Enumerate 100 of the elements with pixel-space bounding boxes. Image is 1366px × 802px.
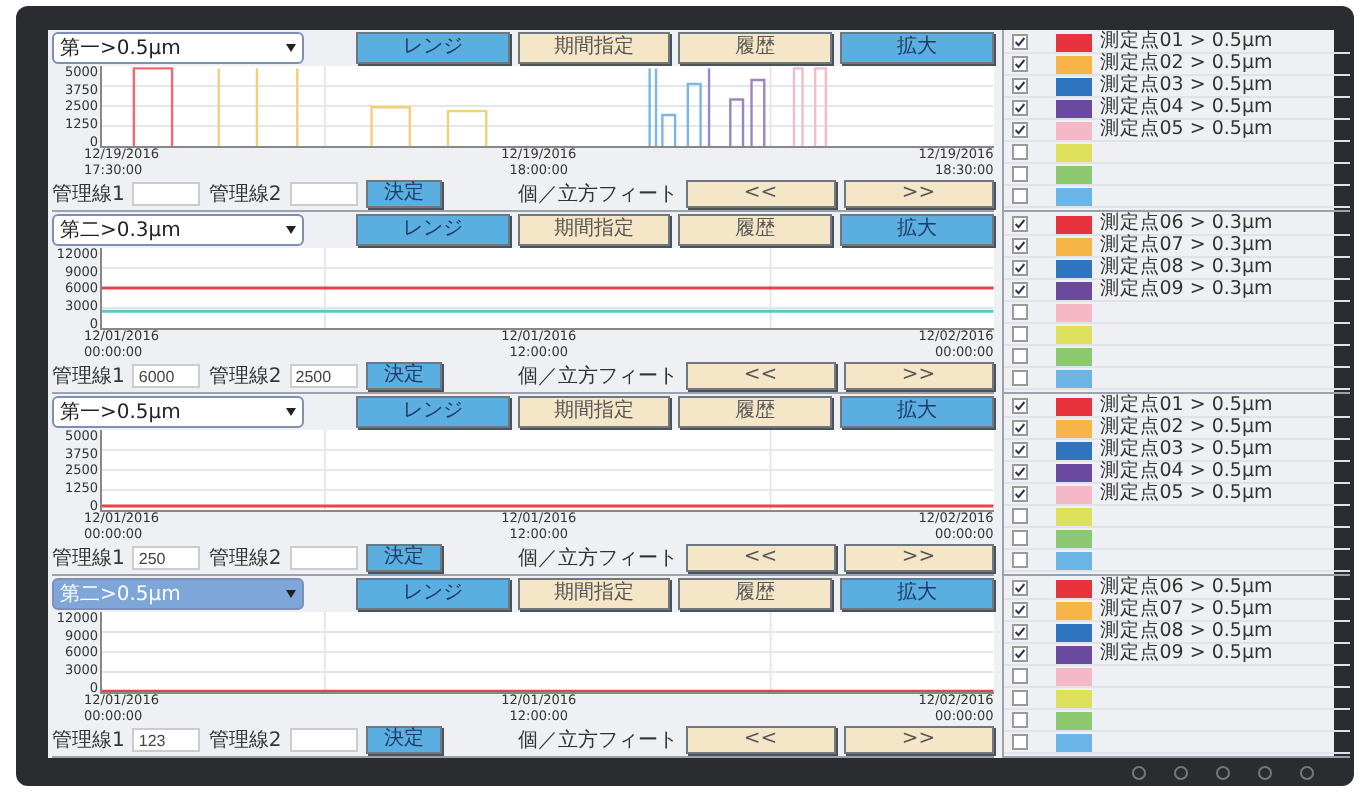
legend-label: 測定点09 > 0.5μm	[1099, 644, 1275, 664]
legend-label: 測定点05 > 0.5μm	[1099, 120, 1275, 140]
toolbar-button[interactable]: 拡大	[840, 396, 994, 428]
legend-label: 測定点07 > 0.3μm	[1099, 236, 1275, 256]
checkbox[interactable]	[1011, 552, 1028, 568]
checkbox[interactable]	[1011, 486, 1028, 502]
sensor-dropdown[interactable]: 第一>0.5μm	[52, 396, 304, 428]
unit-label: 個／立方フィート	[515, 727, 678, 754]
apply-button[interactable]: 決定	[365, 362, 442, 390]
checkbox[interactable]	[1011, 530, 1028, 546]
toolbar-button[interactable]: 履歴	[678, 32, 833, 64]
input-field[interactable]: 250	[132, 546, 201, 570]
apply-button[interactable]: 決定	[365, 544, 442, 572]
legend-label: 測定点01 > 0.5μm	[1099, 396, 1275, 416]
field-label: 管理線1	[52, 728, 125, 754]
checkbox[interactable]	[1011, 260, 1028, 276]
bezel-button-icon	[1258, 766, 1272, 780]
field-label: 管理線2	[208, 364, 282, 390]
legend-label: 測定点06 > 0.3μm	[1099, 214, 1275, 234]
toolbar-button[interactable]: 拡大	[840, 578, 994, 610]
toolbar-button[interactable]: 履歴	[678, 396, 833, 428]
checkbox[interactable]	[1011, 326, 1028, 342]
checkbox[interactable]	[1011, 602, 1028, 618]
checkbox[interactable]	[1011, 188, 1028, 204]
caret-icon	[286, 408, 296, 416]
legend-label: 測定点01 > 0.5μm	[1099, 32, 1275, 52]
toolbar-button[interactable]: 期間指定	[517, 578, 671, 610]
next-button[interactable]: >>	[843, 362, 994, 390]
checkbox[interactable]	[1011, 370, 1028, 386]
toolbar-button[interactable]: レンジ	[356, 578, 510, 610]
checkbox[interactable]	[1011, 398, 1028, 414]
bezel-button-icon	[1216, 766, 1230, 780]
caret-icon	[286, 226, 296, 234]
input-field[interactable]: 123	[132, 728, 201, 752]
sensor-dropdown[interactable]: 第二>0.3μm	[52, 214, 304, 246]
field-label: 管理線2	[208, 182, 282, 208]
field-label: 管理線1	[52, 546, 125, 572]
previous-button[interactable]: <<	[685, 180, 836, 208]
checkbox[interactable]	[1011, 690, 1028, 706]
next-button[interactable]: >>	[843, 544, 994, 572]
checkbox[interactable]	[1011, 420, 1028, 436]
toolbar-button[interactable]: レンジ	[356, 396, 510, 428]
checkbox[interactable]	[1011, 734, 1028, 750]
unit-label: 個／立方フィート	[515, 545, 678, 572]
input-field[interactable]: 2500	[289, 364, 358, 388]
legend-label: 測定点06 > 0.5μm	[1099, 578, 1275, 598]
checkbox[interactable]	[1011, 238, 1028, 254]
toolbar-button[interactable]: レンジ	[356, 32, 510, 64]
toolbar-button[interactable]: 期間指定	[517, 214, 671, 246]
input-field[interactable]	[289, 546, 358, 570]
input-field[interactable]	[132, 182, 201, 206]
checkbox[interactable]	[1011, 34, 1028, 50]
checkbox[interactable]	[1011, 646, 1028, 662]
next-button[interactable]: >>	[843, 726, 994, 754]
field-label: 管理線2	[208, 546, 282, 572]
input-field[interactable]	[289, 182, 358, 206]
toolbar-button[interactable]: 期間指定	[517, 396, 671, 428]
checkbox[interactable]	[1011, 122, 1028, 138]
checkbox[interactable]	[1011, 624, 1028, 640]
checkbox[interactable]	[1011, 712, 1028, 728]
previous-button[interactable]: <<	[685, 726, 836, 754]
toolbar-button[interactable]: 履歴	[678, 214, 833, 246]
checkbox[interactable]	[1011, 348, 1028, 364]
legend-label: 測定点03 > 0.5μm	[1099, 440, 1275, 460]
checkbox[interactable]	[1011, 668, 1028, 684]
checkbox[interactable]	[1011, 56, 1028, 72]
apply-button[interactable]: 決定	[365, 180, 442, 208]
legend-label: 測定点05 > 0.5μm	[1099, 484, 1275, 504]
apply-button[interactable]: 決定	[365, 726, 442, 754]
checkbox[interactable]	[1011, 508, 1028, 524]
sensor-dropdown[interactable]: 第一>0.5μm	[52, 32, 304, 64]
previous-button[interactable]: <<	[685, 362, 836, 390]
input-field[interactable]: 6000	[132, 364, 201, 388]
legend-label: 測定点02 > 0.5μm	[1099, 418, 1275, 438]
legend-label: 測定点08 > 0.3μm	[1099, 258, 1275, 278]
toolbar-button[interactable]: 拡大	[840, 214, 994, 246]
bezel-button-icon	[1174, 766, 1188, 780]
next-button[interactable]: >>	[843, 180, 994, 208]
checkbox[interactable]	[1011, 144, 1028, 160]
checkbox[interactable]	[1011, 464, 1028, 480]
unit-label: 個／立方フィート	[515, 363, 678, 390]
field-label: 管理線1	[52, 364, 125, 390]
checkbox[interactable]	[1011, 100, 1028, 116]
legend-label: 測定点03 > 0.5μm	[1099, 76, 1275, 96]
checkbox[interactable]	[1011, 78, 1028, 94]
checkbox[interactable]	[1011, 282, 1028, 298]
checkbox[interactable]	[1011, 166, 1028, 182]
checkbox[interactable]	[1011, 580, 1028, 596]
checkbox[interactable]	[1011, 442, 1028, 458]
toolbar-button[interactable]: 拡大	[840, 32, 994, 64]
legend-label: 測定点04 > 0.5μm	[1099, 462, 1275, 482]
toolbar-button[interactable]: 期間指定	[517, 32, 671, 64]
field-label: 管理線2	[208, 728, 282, 754]
checkbox[interactable]	[1011, 304, 1028, 320]
checkbox[interactable]	[1011, 216, 1028, 232]
legend-label: 測定点08 > 0.5μm	[1099, 622, 1275, 642]
previous-button[interactable]: <<	[685, 544, 836, 572]
input-field[interactable]	[289, 728, 358, 752]
toolbar-button[interactable]: 履歴	[678, 578, 833, 610]
toolbar-button[interactable]: レンジ	[356, 214, 510, 246]
